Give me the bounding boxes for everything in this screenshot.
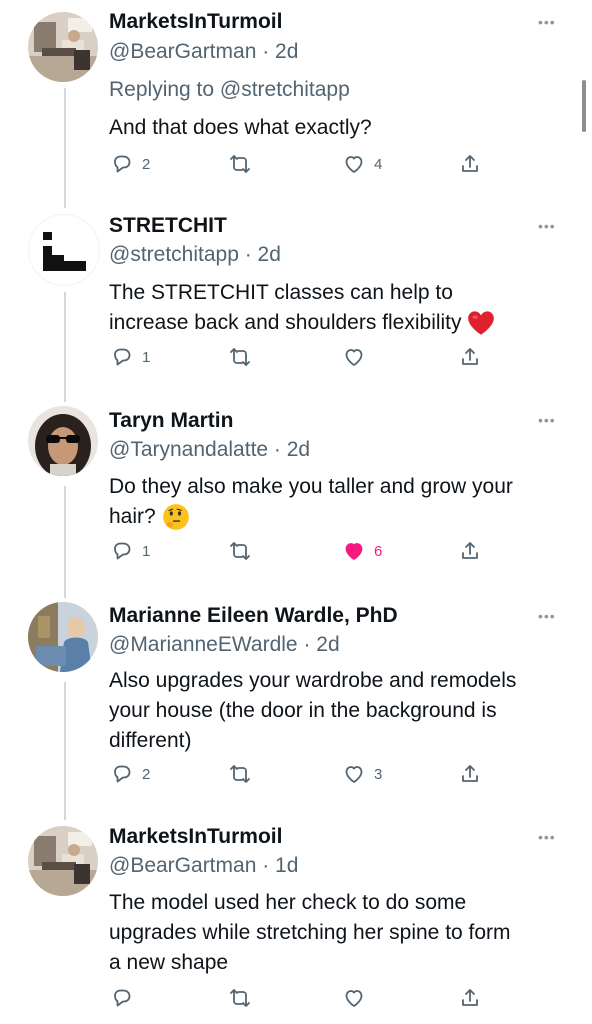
- reply-count: 1: [142, 348, 151, 366]
- tweet-text: And that does what exactly?: [109, 116, 372, 139]
- retweet-button[interactable]: [228, 539, 252, 563]
- retweet-button[interactable]: [228, 762, 252, 786]
- tweet-text: The STRETCHIT classes can help to increa…: [109, 278, 569, 338]
- avatar[interactable]: [28, 214, 100, 286]
- author-handle[interactable]: @Tarynandalatte · 2d: [109, 437, 310, 463]
- more-icon[interactable]: •••: [538, 412, 556, 428]
- reply-icon: [114, 765, 131, 783]
- retweet-icon: [230, 765, 250, 783]
- author-handle[interactable]: @BearGartman · 2d: [109, 39, 298, 65]
- retweet-icon: [230, 348, 250, 366]
- reply-count: 2: [142, 155, 151, 173]
- share-button[interactable]: [458, 345, 482, 369]
- share-button[interactable]: [458, 152, 482, 176]
- tweet-text-line: hair?: [109, 502, 569, 532]
- retweet-button[interactable]: [228, 345, 252, 369]
- author-name[interactable]: Taryn Martin: [109, 408, 233, 434]
- tweet[interactable]: Marianne Eileen Wardle, PhD @MarianneEWa…: [0, 590, 592, 816]
- tweet[interactable]: Taryn Martin @Tarynandalatte · 2d ••• Do…: [0, 394, 592, 590]
- avatar[interactable]: [28, 602, 98, 672]
- tweet-actions: 1 6: [0, 539, 592, 569]
- like-icon: [345, 990, 363, 1007]
- like-button[interactable]: [342, 986, 366, 1010]
- share-icon: [462, 155, 478, 172]
- share-button[interactable]: [458, 539, 482, 563]
- tweet-text-span: hair?: [109, 505, 156, 528]
- tweet-text: Do they also make you taller and grow yo…: [109, 472, 569, 532]
- tweet-actions: 2 3: [0, 762, 592, 792]
- tweet[interactable]: MarketsInTurmoil @BearGartman · 2d ••• R…: [0, 0, 592, 200]
- tweet-text-line: increase back and shoulders flexibility: [109, 308, 569, 338]
- reply-button[interactable]: 1: [110, 345, 150, 369]
- reply-count: 2: [142, 765, 151, 783]
- tweet-text-line: Do they also make you taller and grow yo…: [109, 475, 513, 498]
- tweet-text-line: different): [109, 729, 192, 752]
- tweet-text-line: The model used her check to do some: [109, 891, 467, 914]
- reply-count: 1: [142, 542, 151, 560]
- share-icon: [462, 348, 478, 365]
- like-icon: [345, 766, 363, 783]
- more-icon[interactable]: •••: [538, 14, 556, 30]
- tweet-actions: 2 4: [0, 152, 592, 182]
- avatar[interactable]: [28, 12, 98, 82]
- reply-icon: [114, 348, 131, 366]
- reply-button[interactable]: 2: [110, 762, 150, 786]
- thinking-face-emoji: [162, 504, 189, 531]
- retweet-button[interactable]: [228, 986, 252, 1010]
- tweet[interactable]: STRETCHIT @stretchitapp · 2d ••• The STR…: [0, 200, 592, 394]
- tweet-text-line: a new shape: [109, 951, 229, 974]
- tweet-actions: [0, 986, 592, 1016]
- more-icon[interactable]: •••: [538, 829, 556, 845]
- author-name[interactable]: STRETCHIT: [109, 213, 227, 239]
- reply-icon: [114, 542, 131, 560]
- like-count: 6: [374, 542, 383, 560]
- author-name[interactable]: MarketsInTurmoil: [109, 9, 282, 35]
- retweet-icon: [230, 155, 250, 173]
- tweet-actions: 1: [0, 345, 592, 375]
- more-icon[interactable]: •••: [538, 608, 556, 624]
- reply-button[interactable]: [110, 986, 134, 1010]
- retweet-icon: [230, 989, 250, 1007]
- tweet-text-line: The STRETCHIT classes can help to: [109, 281, 453, 304]
- author-handle[interactable]: @BearGartman · 1d: [109, 853, 298, 879]
- reply-icon: [114, 155, 131, 173]
- like-button[interactable]: [342, 345, 366, 369]
- tweet-text-line: upgrades while stretching her spine to f…: [109, 921, 511, 944]
- tweet-text: The model used her check to do some upgr…: [109, 888, 569, 978]
- avatar[interactable]: [28, 406, 98, 476]
- like-button[interactable]: 6: [342, 539, 382, 563]
- avatar[interactable]: [28, 826, 98, 896]
- replying-to[interactable]: Replying to @stretchitapp: [109, 77, 350, 103]
- tweet-text-line: Also upgrades your wardrobe and remodels: [109, 669, 517, 692]
- like-count: 4: [374, 155, 383, 173]
- author-handle[interactable]: @stretchitapp · 2d: [109, 242, 281, 268]
- tweet-text-line: your house (the door in the background i…: [109, 699, 497, 722]
- more-icon[interactable]: •••: [538, 218, 556, 234]
- tweet-text: Also upgrades your wardrobe and remodels…: [109, 666, 569, 756]
- reply-button[interactable]: 2: [110, 152, 150, 176]
- like-count: 3: [374, 765, 383, 783]
- share-button[interactable]: [458, 762, 482, 786]
- like-icon: [345, 543, 363, 560]
- retweet-icon: [230, 542, 250, 560]
- like-button[interactable]: 3: [342, 762, 382, 786]
- reply-button[interactable]: 1: [110, 539, 150, 563]
- retweet-button[interactable]: [228, 152, 252, 176]
- like-icon: [345, 156, 363, 173]
- tweet[interactable]: MarketsInTurmoil @BearGartman · 1d ••• T…: [0, 816, 592, 1024]
- like-button[interactable]: 4: [342, 152, 382, 176]
- share-button[interactable]: [458, 986, 482, 1010]
- share-icon: [462, 542, 478, 559]
- reply-icon: [114, 989, 131, 1007]
- share-icon: [462, 765, 478, 782]
- red-heart-emoji: [468, 311, 495, 336]
- share-icon: [462, 989, 478, 1006]
- author-name[interactable]: MarketsInTurmoil: [109, 824, 282, 850]
- author-name[interactable]: Marianne Eileen Wardle, PhD: [109, 603, 398, 629]
- tweet-text-span: increase back and shoulders flexibility: [109, 311, 462, 334]
- like-icon: [345, 349, 363, 366]
- stretchit-logo: [43, 232, 86, 271]
- author-handle[interactable]: @MarianneEWardle · 2d: [109, 632, 340, 658]
